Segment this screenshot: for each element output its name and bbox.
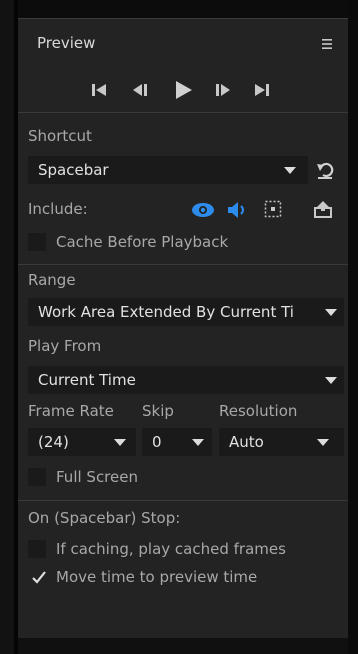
chevron-down-icon <box>284 167 296 174</box>
shortcut-value: Spacebar <box>38 161 109 179</box>
eye-icon[interactable] <box>190 199 216 221</box>
resolution-label: Resolution <box>219 402 298 420</box>
chevron-down-icon <box>325 309 337 316</box>
reset-icon[interactable] <box>313 158 337 182</box>
panel-bottom-strip <box>18 638 348 654</box>
full-screen-label: Full Screen <box>56 468 138 486</box>
skip-dropdown[interactable]: 0 <box>142 428 212 456</box>
overlay-bounds-icon[interactable] <box>262 198 284 220</box>
resolution-dropdown[interactable]: Auto <box>219 428 344 456</box>
speaker-icon[interactable] <box>225 199 249 221</box>
right-edge <box>348 0 358 654</box>
frame-rate-value: (24) <box>38 433 69 451</box>
chevron-down-icon <box>192 439 204 446</box>
hamburger-menu-icon[interactable] <box>320 37 334 51</box>
resolution-value: Auto <box>229 433 264 451</box>
range-value: Work Area Extended By Current Ti <box>38 303 294 321</box>
chevron-down-icon <box>317 439 329 446</box>
move-time-checkbox[interactable] <box>30 568 48 586</box>
export-icon[interactable] <box>312 198 334 220</box>
first-frame-icon[interactable] <box>88 80 110 100</box>
previous-frame-icon[interactable] <box>129 80 153 100</box>
play-icon[interactable] <box>170 79 196 101</box>
full-screen-checkbox[interactable] <box>28 468 46 486</box>
range-dropdown[interactable]: Work Area Extended By Current Ti <box>28 298 344 326</box>
move-time-label: Move time to preview time <box>56 568 258 586</box>
next-frame-icon[interactable] <box>211 80 235 100</box>
chevron-down-icon <box>325 377 337 384</box>
if-caching-label: If caching, play cached frames <box>56 540 286 558</box>
last-frame-icon[interactable] <box>251 80 273 100</box>
range-label: Range <box>28 271 76 289</box>
skip-value: 0 <box>152 433 162 451</box>
cache-before-playback-label: Cache Before Playback <box>56 233 229 251</box>
on-stop-label: On (Spacebar) Stop: <box>28 509 181 527</box>
divider <box>18 264 348 265</box>
panel-title: Preview <box>37 34 96 52</box>
shortcut-dropdown[interactable]: Spacebar <box>28 156 308 184</box>
divider <box>18 112 348 113</box>
play-from-value: Current Time <box>38 371 136 389</box>
left-edge <box>0 0 14 654</box>
chevron-down-icon <box>114 439 126 446</box>
frame-rate-dropdown[interactable]: (24) <box>28 428 136 456</box>
if-caching-checkbox[interactable] <box>28 540 46 558</box>
checkmark-icon <box>32 571 46 584</box>
play-from-label: Play From <box>28 337 102 355</box>
shortcut-label: Shortcut <box>28 127 92 145</box>
divider <box>18 500 348 501</box>
cache-before-playback-checkbox[interactable] <box>28 233 46 251</box>
skip-label: Skip <box>142 402 174 420</box>
play-from-dropdown[interactable]: Current Time <box>28 366 344 394</box>
include-label: Include: <box>28 200 88 218</box>
frame-rate-label: Frame Rate <box>28 402 114 420</box>
